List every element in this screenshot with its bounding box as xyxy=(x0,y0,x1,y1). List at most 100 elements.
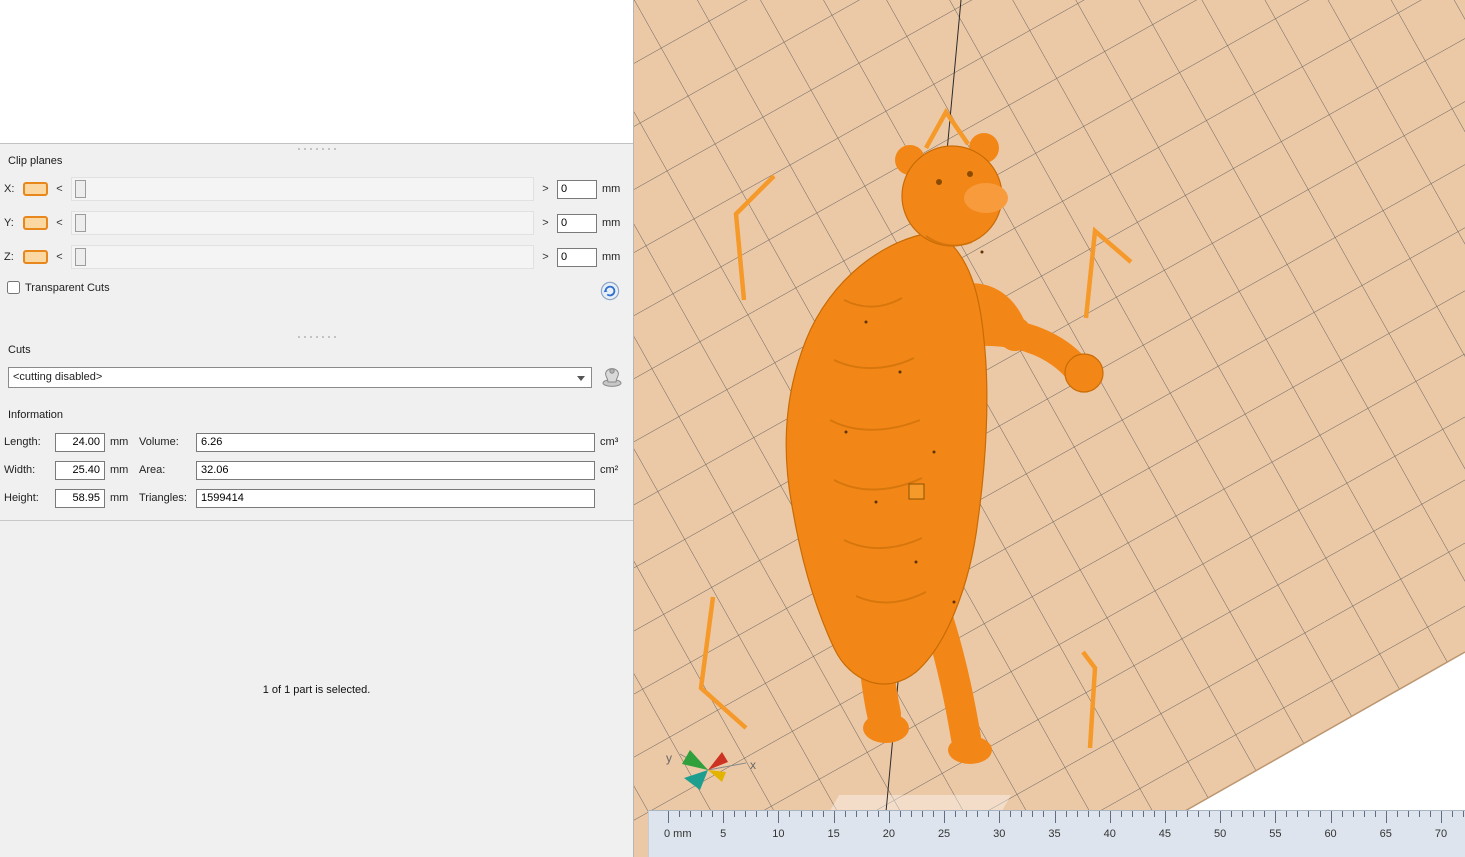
ruler-tick xyxy=(1418,811,1420,817)
ruler-tick xyxy=(999,811,1001,823)
volume-unit: cm³ xyxy=(600,436,619,448)
parts-list-area xyxy=(0,0,633,144)
clip-unit-label: mm xyxy=(602,217,621,229)
ruler-tick xyxy=(822,811,824,817)
clip-color-swatch[interactable] xyxy=(23,216,48,230)
ruler-tick xyxy=(966,811,968,817)
ruler-tick xyxy=(1021,811,1023,817)
ruler-tick xyxy=(800,811,802,817)
ruler-tick xyxy=(888,811,890,823)
ruler-tick xyxy=(1043,811,1045,817)
ruler-label: 40 xyxy=(1103,828,1116,840)
ruler-tick xyxy=(1374,811,1376,817)
clip-step-left-button[interactable]: < xyxy=(53,217,66,229)
ruler-tick xyxy=(1319,811,1321,817)
build-plate[interactable] xyxy=(634,0,1465,857)
clip-slider[interactable] xyxy=(71,177,534,201)
length-label: Length: xyxy=(4,436,41,448)
info-row: Height: mm Triangles: xyxy=(4,487,628,509)
ruler-tick xyxy=(833,811,835,823)
width-input[interactable] xyxy=(55,460,105,480)
clip-color-swatch[interactable] xyxy=(23,250,48,264)
clip-value-input[interactable] xyxy=(557,213,597,233)
slice-handle[interactable] xyxy=(908,483,925,500)
ruler-tick xyxy=(988,811,990,817)
ruler-tick xyxy=(1209,811,1211,817)
ruler-tick xyxy=(1076,811,1078,817)
ruler-tick xyxy=(745,811,747,817)
viewport-3d[interactable]: y x 0 mm 5 10 15 20 25 30 35 40 45 50 55 60 65 70 xyxy=(634,0,1465,857)
left-panel: Clip planes X: < > mm Y: < > mm Z: < > m… xyxy=(0,0,634,857)
ruler-label: 30 xyxy=(993,828,1006,840)
ruler-tick xyxy=(778,811,780,823)
height-label: Height: xyxy=(4,492,39,504)
ruler-tick xyxy=(1363,811,1365,817)
gizmo-y-label: y xyxy=(666,751,672,765)
ruler-tick xyxy=(1098,811,1100,817)
clip-value-input[interactable] xyxy=(557,179,597,199)
ruler-tick xyxy=(1131,811,1133,817)
clip-step-right-button[interactable]: > xyxy=(539,217,552,229)
ruler-tick xyxy=(899,811,901,817)
length-input[interactable] xyxy=(55,432,105,452)
ruler-tick xyxy=(1297,811,1299,817)
ruler-tick xyxy=(1164,811,1166,823)
clip-slider-handle[interactable] xyxy=(75,214,86,232)
ruler-tick xyxy=(1032,811,1034,817)
reset-clip-button[interactable] xyxy=(600,281,620,301)
clip-unit-label: mm xyxy=(602,251,621,263)
ruler-tick xyxy=(1264,811,1266,817)
ruler-tick xyxy=(1396,811,1398,817)
clip-step-left-button[interactable]: < xyxy=(53,251,66,263)
ruler-label: 20 xyxy=(882,828,895,840)
clip-step-left-button[interactable]: < xyxy=(53,183,66,195)
ruler-tick xyxy=(811,811,813,817)
ruler-tick xyxy=(756,811,758,817)
clip-slider[interactable] xyxy=(71,211,534,235)
clip-value-input[interactable] xyxy=(557,247,597,267)
clip-slider[interactable] xyxy=(71,245,534,269)
scene-canvas[interactable]: y x xyxy=(634,0,1465,857)
volume-input[interactable] xyxy=(196,432,595,452)
clip-step-right-button[interactable]: > xyxy=(539,251,552,263)
ruler-tick xyxy=(977,811,979,817)
ruler-label: 0 mm xyxy=(664,828,692,840)
ruler-tick xyxy=(734,811,736,817)
ruler-label: 35 xyxy=(1048,828,1061,840)
clip-slider-handle[interactable] xyxy=(75,180,86,198)
ruler-tick xyxy=(1153,811,1155,817)
clip-slider-handle[interactable] xyxy=(75,248,86,266)
area-unit: cm² xyxy=(600,464,619,476)
clip-step-right-button[interactable]: > xyxy=(539,183,552,195)
ruler-tick xyxy=(1220,811,1222,823)
ruler-tick xyxy=(1231,811,1233,817)
gizmo-x-label: x xyxy=(750,758,756,772)
height-input[interactable] xyxy=(55,488,105,508)
ruler-label: 65 xyxy=(1379,828,1392,840)
clip-color-swatch[interactable] xyxy=(23,182,48,196)
ruler-label: 70 xyxy=(1434,828,1448,840)
ruler-tick xyxy=(668,811,669,823)
ruler-tick xyxy=(1120,811,1122,817)
splitter-grip[interactable] xyxy=(296,335,340,339)
ruler-tick xyxy=(789,811,791,817)
cut-tool-button[interactable] xyxy=(598,364,626,390)
ruler-tick xyxy=(1142,811,1144,817)
area-input[interactable] xyxy=(196,460,595,480)
ruler-tick xyxy=(1198,811,1200,817)
length-unit: mm xyxy=(110,436,129,448)
reset-clip-icon xyxy=(600,281,620,301)
cuts-title: Cuts xyxy=(8,344,31,356)
width-label: Width: xyxy=(4,464,36,476)
ruler-label: 45 xyxy=(1158,828,1172,840)
ruler-tick xyxy=(933,811,935,817)
splitter-grip[interactable] xyxy=(296,147,340,151)
transparent-cuts-checkbox[interactable] xyxy=(7,281,20,294)
transparent-cuts-label: Transparent Cuts xyxy=(25,281,110,294)
ruler-label: 60 xyxy=(1324,828,1337,840)
triangles-input[interactable] xyxy=(196,488,595,508)
ruler-label: 15 xyxy=(827,828,840,840)
cuts-dropdown[interactable]: <cutting disabled> xyxy=(8,366,592,388)
clip-planes-title: Clip planes xyxy=(8,155,63,167)
ruler-tick xyxy=(944,811,946,823)
